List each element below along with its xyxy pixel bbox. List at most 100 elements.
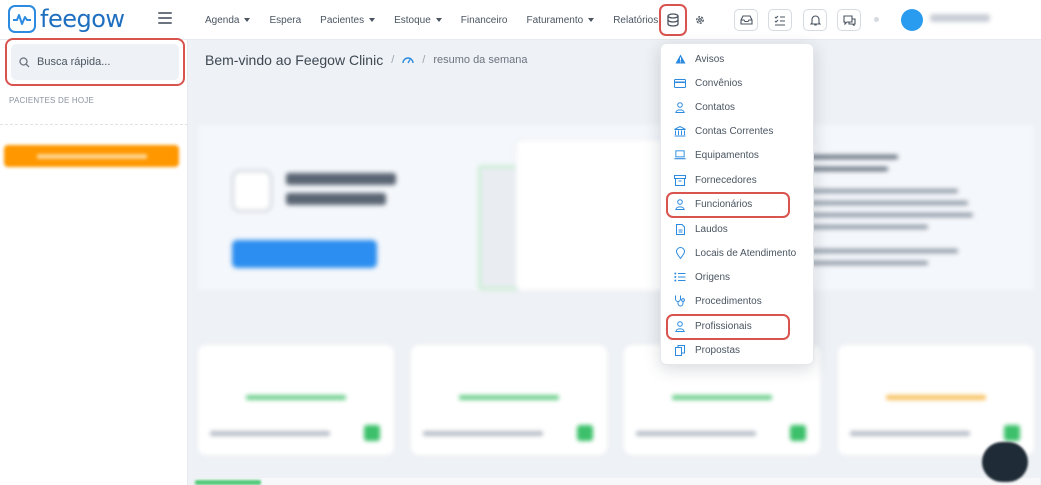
nav-label: Faturamento <box>526 14 584 26</box>
menu-item-convenios[interactable]: Convênios <box>661 72 815 94</box>
support-chat-button[interactable] <box>982 442 1028 482</box>
database-icon <box>667 13 679 27</box>
caret-down-icon <box>244 18 251 22</box>
menu-item-equipamentos[interactable]: Equipamentos <box>661 144 815 166</box>
invoice-icon <box>232 170 272 212</box>
bottom-tab-blurred[interactable] <box>195 480 261 485</box>
menu-item-contatos[interactable]: Contatos <box>661 96 815 118</box>
laptop-icon <box>674 149 686 161</box>
stat-card[interactable] <box>198 345 394 455</box>
pulse-logo-icon <box>8 5 36 33</box>
caret-down-icon <box>369 18 376 22</box>
card-icon <box>674 77 686 89</box>
menu-toggle-icon[interactable] <box>158 12 172 24</box>
menu-item-label: Convênios <box>695 77 743 89</box>
menu-item-label: Contatos <box>695 101 736 113</box>
page-title: Bem-vindo ao Feegow Clinic <box>205 52 384 68</box>
nav-faturamento[interactable]: Faturamento <box>527 15 595 26</box>
orange-action-button[interactable] <box>4 145 179 167</box>
nav-agenda[interactable]: Agenda <box>205 14 251 26</box>
nav-estoque[interactable]: Estoque <box>394 15 442 26</box>
nav-label: Estoque <box>394 14 431 26</box>
inbox-button[interactable] <box>734 9 758 31</box>
menu-item-laudos[interactable]: Laudos <box>661 218 815 240</box>
avatar[interactable] <box>901 9 923 31</box>
search-highlight <box>5 38 185 86</box>
nav-label: Agenda <box>205 14 240 26</box>
bottom-bar <box>195 478 1040 485</box>
document-icon <box>674 223 686 235</box>
logo-text: feegow <box>40 5 125 33</box>
plus-icon[interactable] <box>1004 425 1020 441</box>
caret-down-icon <box>588 18 595 22</box>
sidebar: PACIENTES DE HOJE <box>0 40 188 485</box>
status-dot <box>874 17 879 22</box>
search-box[interactable] <box>11 44 179 80</box>
banner-cta-button[interactable] <box>232 240 377 268</box>
feegow-logo[interactable]: feegow <box>8 5 125 33</box>
highlight-profissionais <box>666 314 790 340</box>
menu-item-contas-correntes[interactable]: Contas Correntes <box>661 120 815 142</box>
tasks-button[interactable] <box>768 9 792 31</box>
menu-item-locais-de-atendimento[interactable]: Locais de Atendimento <box>661 242 815 264</box>
top-bar: feegow Agenda Espera Pacientes Estoque F… <box>0 0 1041 40</box>
plus-icon[interactable] <box>577 425 593 441</box>
user-name-blurred[interactable] <box>930 14 990 22</box>
warning-icon <box>674 53 686 65</box>
menu-item-origens[interactable]: Origens <box>661 266 815 288</box>
stat-card[interactable] <box>838 345 1034 455</box>
promo-banner-blurred[interactable] <box>198 125 1034 290</box>
nav-financeiro[interactable]: Financeiro <box>461 15 508 26</box>
nav-label: Relatórios <box>613 14 659 26</box>
plus-icon[interactable] <box>790 425 806 441</box>
highlight-funcionarios <box>666 192 790 218</box>
menu-item-label: Propostas <box>695 344 741 356</box>
breadcrumb-current: resumo da semana <box>433 54 528 66</box>
menu-item-label: Origens <box>695 271 731 283</box>
caret-down-icon <box>435 18 442 22</box>
menu-item-procedimentos[interactable]: Procedimentos <box>661 290 815 312</box>
nav-espera[interactable]: Espera <box>269 15 301 26</box>
database-button[interactable] <box>659 4 687 36</box>
chat-icon <box>842 14 856 26</box>
menu-item-propostas[interactable]: Propostas <box>661 339 815 361</box>
nav-label: Financeiro <box>460 14 508 26</box>
breadcrumb: Bem-vindo ao Feegow Clinic / / resumo da… <box>205 52 528 68</box>
menu-item-label: Fornecedores <box>695 174 757 186</box>
notifications-button[interactable] <box>803 9 827 31</box>
breadcrumb-separator: / <box>422 54 426 66</box>
search-input[interactable] <box>37 56 167 68</box>
search-icon <box>19 56 30 67</box>
bell-icon <box>809 15 821 26</box>
menu-item-label: Locais de Atendimento <box>695 247 797 259</box>
bank-icon <box>674 125 686 137</box>
dashboard-icon[interactable] <box>402 55 414 65</box>
main-nav: Agenda Espera Pacientes Estoque Financei… <box>205 0 677 40</box>
box-icon <box>674 174 686 186</box>
section-label: PACIENTES DE HOJE <box>9 96 95 105</box>
nav-relatorios[interactable]: Relatórios <box>613 15 658 26</box>
chat-button[interactable] <box>837 9 861 31</box>
cadastros-dropdown: Avisos Convênios Contatos Contas Corrent… <box>660 43 814 365</box>
stat-card[interactable] <box>411 345 607 455</box>
copy-icon <box>674 344 686 356</box>
location-pin-icon <box>674 247 686 259</box>
inbox-icon <box>739 15 753 25</box>
menu-item-label: Equipamentos <box>695 149 759 161</box>
nav-label: Pacientes <box>320 14 365 26</box>
menu-item-label: Contas Correntes <box>695 125 774 137</box>
gear-icon[interactable] <box>694 13 706 31</box>
user-icon <box>674 101 686 113</box>
menu-item-label: Procedimentos <box>695 295 762 307</box>
list-icon <box>674 271 686 283</box>
nav-pacientes[interactable]: Pacientes <box>320 14 376 26</box>
stethoscope-icon <box>674 295 686 307</box>
breadcrumb-separator: / <box>391 54 395 66</box>
menu-item-avisos[interactable]: Avisos <box>661 48 815 70</box>
checklist-icon <box>774 15 785 26</box>
menu-item-label: Avisos <box>695 53 725 65</box>
plus-icon[interactable] <box>364 425 380 441</box>
divider <box>0 124 188 125</box>
nav-label: Espera <box>269 14 302 26</box>
menu-item-fornecedores[interactable]: Fornecedores <box>661 169 815 191</box>
